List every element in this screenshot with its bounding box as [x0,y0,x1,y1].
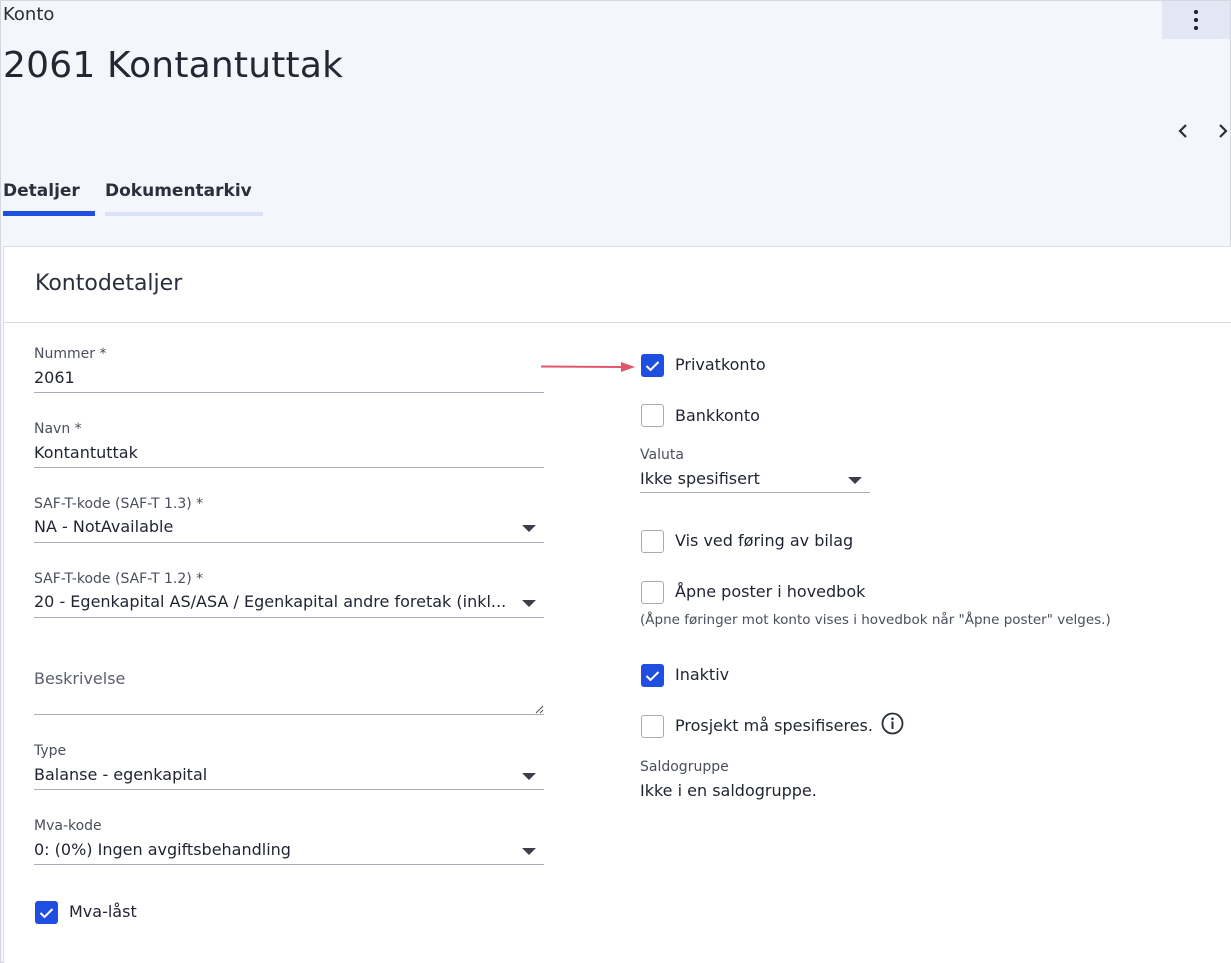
valuta-label: Valuta [640,447,684,463]
navn-label: Navn * [34,421,82,437]
beskrivelse-textarea[interactable]: Beskrivelse [34,669,125,688]
card-title: Kontodetaljer [35,271,183,296]
card-divider [4,322,1231,323]
nummer-input[interactable]: 2061 [34,368,534,387]
inaktiv-checkbox[interactable] [641,664,664,687]
privatkonto-checkbox[interactable] [641,354,664,377]
more-menu-button[interactable] [1162,1,1230,39]
saft13-select[interactable]: NA - NotAvailable [34,517,514,536]
saft13-underline [34,542,544,543]
vis-ved-foring-label: Vis ved føring av bilag [675,531,854,550]
saft12-underline [34,617,544,618]
chevron-left-icon [1178,124,1187,138]
valuta-underline [640,492,870,493]
tab-dokumentarkiv[interactable]: Dokumentarkiv [105,181,252,201]
saft12-select[interactable]: 20 - Egenkapital AS/ASA / Egenkapital an… [34,592,514,611]
valuta-caret-icon[interactable] [848,477,862,484]
prosjekt-checkbox[interactable] [641,715,664,738]
saldogruppe-label: Saldogruppe [640,759,729,775]
checkmark-icon [645,670,660,681]
mvakode-underline [34,864,544,865]
inaktiv-label: Inaktiv [675,665,730,684]
saft12-caret-icon[interactable] [522,600,536,607]
apne-poster-checkbox[interactable] [641,581,664,604]
breadcrumb[interactable]: Konto [3,4,54,25]
next-button[interactable] [1211,119,1231,143]
bankkonto-label: Bankkonto [675,406,760,425]
prosjekt-label: Prosjekt må spesifiseres. [675,716,873,735]
mvakode-label: Mva-kode [34,818,102,834]
mvalast-label: Mva-låst [69,902,137,921]
vis-ved-foring-checkbox[interactable] [641,530,664,553]
bankkonto-checkbox[interactable] [641,404,664,427]
saldogruppe-value: Ikke i en saldogruppe. [640,781,817,800]
tab-detaljer[interactable]: Detaljer [3,181,80,201]
nummer-underline [34,392,544,393]
more-vertical-icon [1194,10,1198,30]
page-title: 2061 Kontantuttak [3,45,344,86]
info-icon[interactable] [881,712,904,735]
beskrivelse-underline [34,714,544,715]
tab-detaljer-underline [3,211,95,216]
navn-input[interactable]: Kontantuttak [34,443,534,462]
type-label: Type [34,743,67,759]
apne-poster-hint: (Åpne føringer mot konto vises i hovedbo… [640,612,1111,628]
saft13-label: SAF-T-kode (SAF-T 1.3) * [34,496,204,512]
saft13-caret-icon[interactable] [522,525,536,532]
valuta-select[interactable]: Ikke spesifisert [640,469,840,488]
type-select[interactable]: Balanse - egenkapital [34,765,514,784]
chevron-right-icon [1219,124,1228,138]
checkmark-icon [645,360,660,371]
tab-dokumentarkiv-underline [105,212,263,216]
checkmark-icon [39,907,54,918]
annotation-arrow-icon [540,362,635,372]
mvakode-caret-icon[interactable] [522,848,536,855]
previous-button[interactable] [1171,119,1195,143]
navn-underline [34,467,544,468]
mvalast-checkbox[interactable] [35,901,58,924]
type-underline [34,789,544,790]
mvakode-select[interactable]: 0: (0%) Ingen avgiftsbehandling [34,840,514,859]
apne-poster-label: Åpne poster i hovedbok [675,582,866,601]
nummer-label: Nummer * [34,346,107,362]
resize-handle-icon[interactable] [535,705,544,714]
type-caret-icon[interactable] [522,773,536,780]
saft12-label: SAF-T-kode (SAF-T 1.2) * [34,571,204,587]
privatkonto-label: Privatkonto [675,355,766,374]
